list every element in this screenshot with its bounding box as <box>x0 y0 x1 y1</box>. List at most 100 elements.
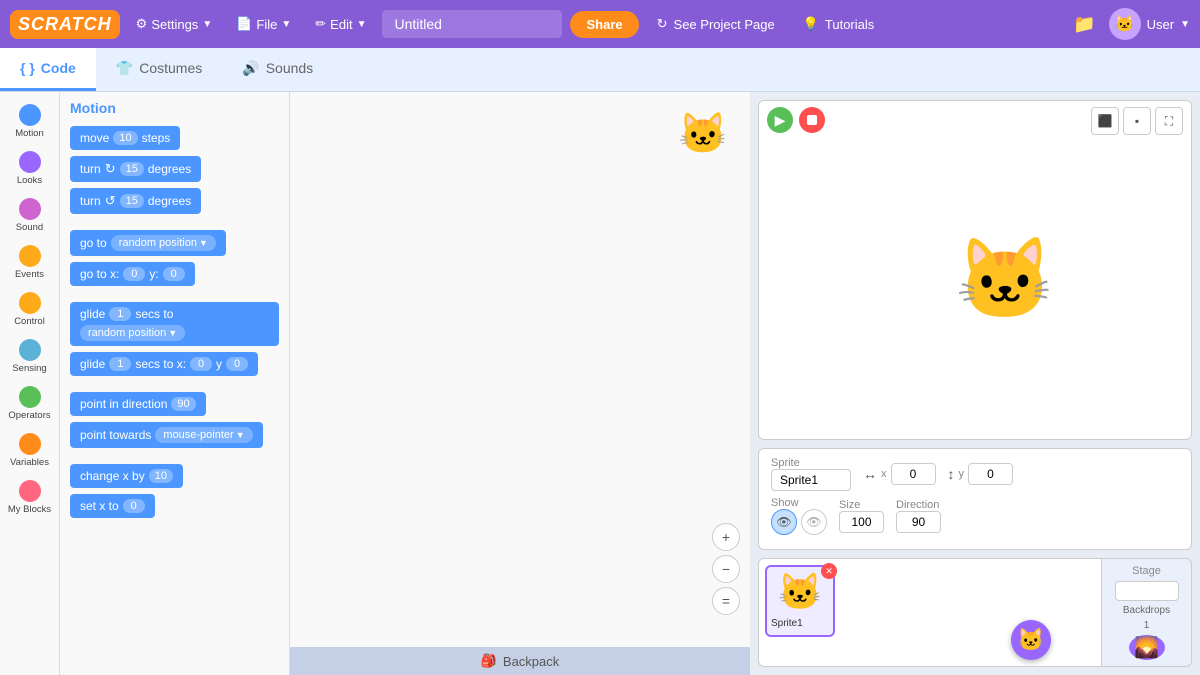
sprite-thumb-sprite1[interactable]: ✕ 🐱 Sprite1 <box>765 565 835 637</box>
control-dot <box>19 292 41 314</box>
direction-input[interactable] <box>896 511 941 533</box>
stage-small-view-btn[interactable]: ⬛ <box>1091 107 1119 135</box>
sprite-delete-button[interactable]: ✕ <box>821 563 837 579</box>
block-goto-xy[interactable]: go to x: 0 y: 0 <box>70 262 195 286</box>
green-flag-button[interactable]: ▶ <box>767 107 793 133</box>
show-group: Show 👁 👁 <box>771 497 827 535</box>
x-label: x <box>881 468 887 480</box>
stage-preview: ▶ ⬛ ▪ ⛶ 🐱 <box>758 100 1192 440</box>
sidebar-item-variables[interactable]: Variables <box>3 429 57 472</box>
stop-button[interactable] <box>799 107 825 133</box>
sprite-info-top-row: Sprite ↔ x ↕ y <box>771 457 1179 491</box>
tab-costumes[interactable]: 👕 Costumes <box>96 48 222 91</box>
settings-icon: ⚙ <box>136 16 148 32</box>
user-area[interactable]: 🐱 User ▼ <box>1109 8 1190 40</box>
variables-dot <box>19 433 41 455</box>
sprite-thumb-image: 🐱 <box>771 571 829 613</box>
costume-icon: 👕 <box>116 60 133 77</box>
zoom-in-button[interactable]: + <box>712 523 740 551</box>
sidebar-item-sound[interactable]: Sound <box>3 194 57 237</box>
scratch-logo[interactable]: SCRATCH <box>10 10 120 39</box>
blocks-panel-title: Motion <box>70 100 279 116</box>
tabs-row: { } Code 👕 Costumes 🔊 Sounds <box>0 48 1200 92</box>
show-hidden-btn[interactable]: 👁 <box>801 509 827 535</box>
refresh-icon: ↻ <box>657 16 668 32</box>
looks-dot <box>19 151 41 173</box>
file-icon: 📄 <box>236 16 252 32</box>
y-coord-input[interactable] <box>968 463 1013 485</box>
direction-group: Direction <box>896 499 941 533</box>
tab-sounds[interactable]: 🔊 Sounds <box>222 48 333 91</box>
show-visible-btn[interactable]: 👁 <box>771 509 797 535</box>
folder-icon-btn[interactable]: 📁 <box>1069 8 1101 40</box>
file-menu[interactable]: 📄 File ▼ <box>228 12 299 36</box>
edit-chevron-icon: ▼ <box>357 19 367 30</box>
add-sprite-button[interactable]: 🐱 <box>1011 620 1051 660</box>
stage-view-buttons: ⬛ ▪ ⛶ <box>1091 107 1183 135</box>
stage-medium-view-btn[interactable]: ▪ <box>1123 107 1151 135</box>
myblocks-dot <box>19 480 41 502</box>
sidebar-item-control[interactable]: Control <box>3 288 57 331</box>
sidebar-item-motion[interactable]: Motion <box>3 100 57 143</box>
stage-sprite: 🐱 <box>955 232 1055 326</box>
block-glide-to[interactable]: glide 1 secs to random position ▼ <box>70 302 279 346</box>
block-change-x[interactable]: change x by 10 <box>70 464 183 488</box>
zoom-out-button[interactable]: − <box>712 555 740 583</box>
blocks-panel: Motion move 10 steps turn ↻ 15 degrees t… <box>60 92 290 675</box>
sidebar-item-operators[interactable]: Operators <box>3 382 57 425</box>
stage-backdrop-thumb[interactable] <box>1115 581 1179 601</box>
stage-fullscreen-btn[interactable]: ⛶ <box>1155 107 1183 135</box>
user-chevron-icon: ▼ <box>1180 19 1190 30</box>
code-icon: { } <box>20 60 35 76</box>
sprite-label: Sprite <box>771 457 851 491</box>
navbar: SCRATCH ⚙ Settings ▼ 📄 File ▼ ✏ Edit ▼ S… <box>0 0 1200 48</box>
sprite-info-bottom-row: Show 👁 👁 Size Direction <box>771 497 1179 535</box>
sprites-stage-row: ✕ 🐱 Sprite1 🐱 Stage Backdrops 1 <box>750 550 1200 675</box>
sidebar-item-events[interactable]: Events <box>3 241 57 284</box>
sensing-dot <box>19 339 41 361</box>
edit-menu[interactable]: ✏ Edit ▼ <box>307 12 374 36</box>
settings-menu[interactable]: ⚙ Settings ▼ <box>128 12 221 36</box>
see-project-link[interactable]: ↻ See Project Page <box>647 12 785 36</box>
backpack-icon: 🎒 <box>481 653 497 669</box>
events-dot <box>19 245 41 267</box>
file-chevron-icon: ▼ <box>281 19 291 30</box>
sound-dot <box>19 198 41 220</box>
stage-area-right: Stage Backdrops 1 🌄 <box>1102 558 1192 667</box>
tab-code[interactable]: { } Code <box>0 48 96 91</box>
block-goto[interactable]: go to random position ▼ <box>70 230 226 256</box>
share-button[interactable]: Share <box>570 11 638 38</box>
scripts-canvas: 🐱 + − = <box>290 92 750 675</box>
block-glide-xy[interactable]: glide 1 secs to x: 0 y 0 <box>70 352 258 376</box>
backpack-bar[interactable]: 🎒 Backpack <box>290 647 750 675</box>
block-set-x[interactable]: set x to 0 <box>70 494 155 518</box>
sidebar-item-looks[interactable]: Looks <box>3 147 57 190</box>
block-turn-ccw[interactable]: turn ↺ 15 degrees <box>70 188 201 214</box>
sprites-area: ✕ 🐱 Sprite1 🐱 <box>758 558 1102 667</box>
sprite-name-input[interactable] <box>771 469 851 491</box>
edit-icon: ✏ <box>315 16 326 32</box>
zoom-controls: + − = <box>712 523 740 615</box>
sprite-thumbnail: 🐱 <box>678 110 728 157</box>
block-point-dir[interactable]: point in direction 90 <box>70 392 206 416</box>
block-point-towards[interactable]: point towards mouse-pointer ▼ <box>70 422 263 448</box>
sidebar-item-myblocks[interactable]: My Blocks <box>3 476 57 519</box>
tutorials-link[interactable]: 💡 Tutorials <box>793 12 885 36</box>
x-coord-input[interactable] <box>891 463 936 485</box>
motion-dot <box>19 104 41 126</box>
x-coord-group: ↔ x <box>863 463 936 485</box>
sprite-info: Sprite ↔ x ↕ y Show 👁 <box>758 448 1192 550</box>
block-move[interactable]: move 10 steps <box>70 126 180 150</box>
scripts-area[interactable]: 🐱 + − = 🎒 Backpack <box>290 92 750 675</box>
settings-chevron-icon: ▼ <box>202 19 212 30</box>
size-input[interactable] <box>839 511 884 533</box>
zoom-fit-button[interactable]: = <box>712 587 740 615</box>
y-coord-group: ↕ y <box>948 463 1014 485</box>
sidebar-item-sensing[interactable]: Sensing <box>3 335 57 378</box>
main-area: Motion Looks Sound Events Control Sensin… <box>0 92 1200 675</box>
right-panel: ▶ ⬛ ▪ ⛶ 🐱 Sprite <box>750 92 1200 675</box>
project-title-input[interactable] <box>382 10 562 38</box>
add-backdrop-button[interactable]: 🌄 <box>1129 635 1165 660</box>
block-turn-cw[interactable]: turn ↻ 15 degrees <box>70 156 201 182</box>
size-group: Size <box>839 499 884 533</box>
